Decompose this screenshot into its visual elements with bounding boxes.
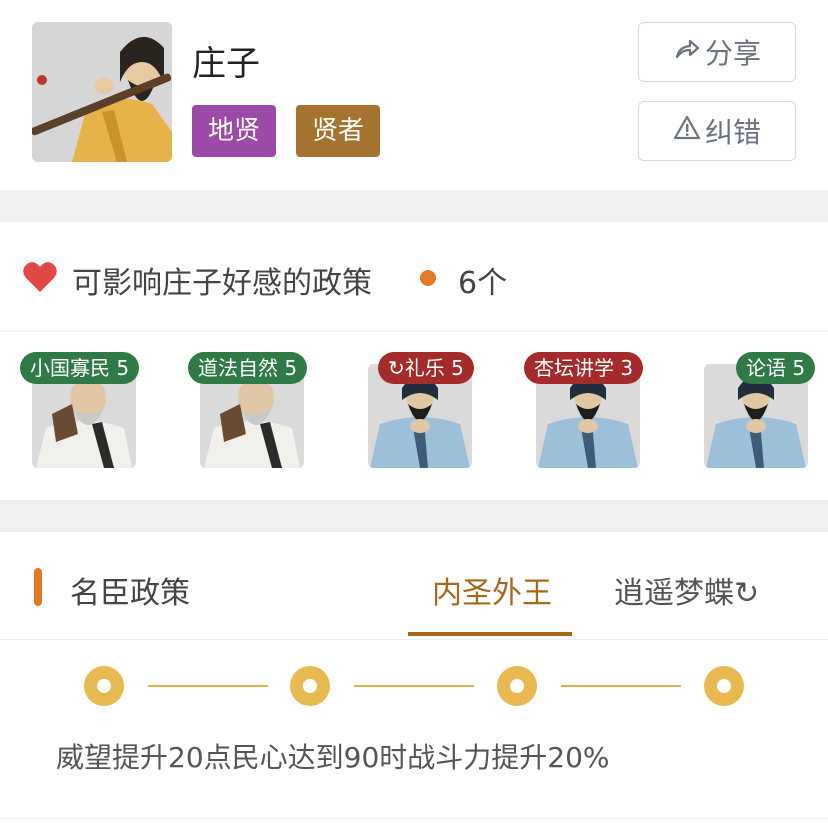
section-divider <box>0 500 828 532</box>
policy-badge: 道法自然 5 <box>188 352 308 384</box>
minister-policy-title: 名臣政策 <box>70 576 190 611</box>
report-error-button[interactable]: 纠错 <box>638 101 796 161</box>
tab-xiaoyao-mengdie[interactable]: 逍遥梦蝶↻ <box>614 568 759 612</box>
policy-level-timeline <box>0 640 828 732</box>
heart-icon <box>22 260 58 294</box>
profile-header: 庄子 地贤 贤者 分享 纠错 <box>0 0 828 190</box>
tag-type: 贤者 <box>296 105 381 157</box>
level-node[interactable] <box>497 666 537 706</box>
policy-card-list: 小国寡民 5 道法自然 5 ↻礼乐 5 杏坛讲学 3 论语 5 <box>0 332 828 500</box>
active-tab-indicator <box>408 632 572 636</box>
level-node[interactable] <box>704 666 744 706</box>
zhuangzi-avatar <box>32 22 172 162</box>
policy-badge: 论语 5 <box>736 352 816 384</box>
level-connector <box>148 685 268 687</box>
favor-policies-count: 6个 <box>458 266 508 301</box>
level-node[interactable] <box>290 666 330 706</box>
policy-effect-text: 威望提升20点民心达到90时战斗力提升20% <box>56 741 610 774</box>
section-accent-bar <box>34 568 42 606</box>
policy-badge: 小国寡民 5 <box>20 352 140 384</box>
level-connector <box>354 685 474 687</box>
separator-dot <box>420 270 436 286</box>
share-arrow-icon <box>673 35 701 70</box>
warning-triangle-icon <box>673 114 701 149</box>
policy-badge: 杏坛讲学 3 <box>524 352 644 384</box>
bottom-divider <box>0 818 828 819</box>
tab-neisheng-waiwang[interactable]: 内圣外王 <box>432 568 552 612</box>
share-button[interactable]: 分享 <box>638 22 796 82</box>
report-label: 纠错 <box>704 116 761 149</box>
minister-policy-header: 名臣政策 内圣外王 逍遥梦蝶↻ <box>0 532 828 640</box>
tag-rank: 地贤 <box>192 105 277 157</box>
section-divider <box>0 190 828 222</box>
policy-badge: ↻礼乐 5 <box>378 352 474 384</box>
person-name: 庄子 <box>192 44 260 84</box>
share-label: 分享 <box>704 37 761 70</box>
favor-policies-header: 可影响庄子好感的政策 6个 <box>0 222 828 332</box>
favor-policies-title: 可影响庄子好感的政策 <box>72 266 372 301</box>
level-connector <box>561 685 681 687</box>
level-node[interactable] <box>84 666 124 706</box>
